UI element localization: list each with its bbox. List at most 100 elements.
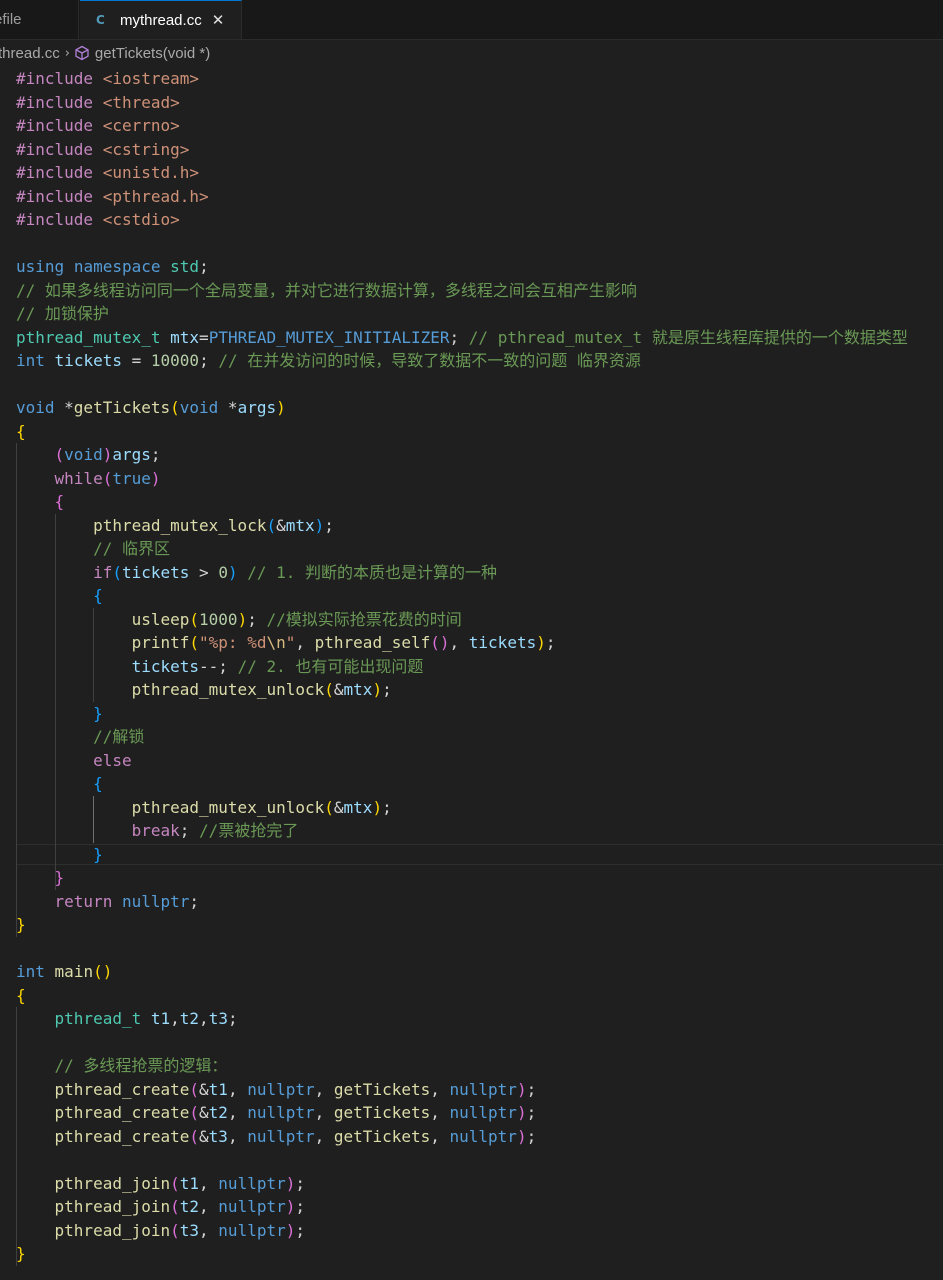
code-token: & [333, 797, 344, 817]
code-token: tickets [54, 351, 122, 370]
code-token: , [449, 633, 469, 652]
code-token: std [170, 257, 200, 276]
code-token: ( [189, 609, 200, 629]
code-token: { [16, 985, 26, 1005]
code-token: & [333, 680, 344, 699]
code-token: pthread_join [54, 1173, 171, 1193]
code-token: , [170, 1009, 180, 1028]
code-token: usleep [131, 609, 190, 629]
code-token: ) [237, 609, 248, 629]
code-token: <thread> [102, 92, 180, 112]
code-line: pthread_join(t1, nullptr); [16, 1172, 305, 1196]
code-line: } [16, 843, 103, 867]
code-token: ) [372, 797, 383, 817]
code-line: { [16, 984, 26, 1008]
code-token: { [54, 492, 65, 511]
code-token: ) [285, 1173, 296, 1193]
code-token: --; [199, 656, 228, 676]
code-token: } [93, 703, 103, 723]
code-token: //解锁 [93, 727, 145, 746]
code-token: tickets [121, 562, 190, 582]
code-line: // 多线程抢票的逻辑： [16, 1054, 228, 1078]
code-token: ( [189, 1103, 200, 1122]
code-token: ; [179, 821, 190, 840]
code-token: t2 [179, 1197, 200, 1216]
breadcrumb-file[interactable]: thread.cc [0, 45, 60, 62]
code-token: & [199, 1079, 209, 1099]
code-token: ( [324, 797, 334, 817]
code-token: using [16, 257, 65, 276]
code-token: getTickets [73, 398, 171, 417]
code-line: void *getTickets(void *args) [16, 396, 286, 420]
code-token: ( [170, 1197, 180, 1216]
code-line: pthread_join(t2, nullptr); [16, 1195, 305, 1219]
code-token: ; [199, 257, 209, 276]
code-token: mtx [343, 680, 373, 699]
tab-makefile[interactable]: efile [0, 0, 79, 39]
code-token: 0 [218, 562, 228, 582]
code-editor[interactable]: #include <iostream> #include <thread> #inc… [0, 66, 943, 1280]
code-line: // 加锁保护 [16, 302, 109, 326]
code-token: ) [536, 633, 546, 652]
method-icon [75, 45, 89, 61]
code-line: } [16, 1242, 26, 1266]
code-line: #include <cstring> [16, 138, 189, 162]
code-token: ; [295, 1197, 306, 1216]
code-token: ) [276, 398, 286, 417]
code-token: ; [295, 1220, 306, 1240]
code-token: //模拟实际抢票花费的时间 [266, 609, 462, 629]
code-token: args [237, 398, 277, 417]
code-token: t2 [208, 1103, 228, 1122]
code-token: ; [449, 327, 460, 347]
current-line-highlight [16, 843, 943, 865]
code-line: pthread_create(&t2, nullptr, getTickets,… [16, 1101, 537, 1125]
code-line: #include <pthread.h> [16, 185, 209, 209]
code-token: } [54, 868, 65, 887]
code-token: ; [526, 1126, 537, 1146]
close-icon[interactable]: ✕ [212, 11, 225, 29]
breadcrumb-symbol[interactable]: getTickets(void *) [95, 45, 210, 62]
code-token: } [16, 1244, 26, 1263]
code-line: tickets--; // 2. 也有可能出现问题 [16, 655, 424, 679]
code-line: #include <unistd.h> [16, 161, 199, 185]
code-token: mtx [285, 515, 315, 535]
code-token: pthread_mutex_lock [93, 515, 267, 535]
code-token: mtx [343, 797, 373, 817]
code-token: { [16, 421, 26, 441]
code-token: \n [266, 633, 286, 652]
code-token: t3 [208, 1009, 228, 1028]
code-token: , [430, 1103, 450, 1122]
code-token: 10000 [150, 351, 200, 370]
code-token: pthread_join [54, 1197, 171, 1216]
code-token: void [16, 398, 55, 417]
code-token: , [227, 1079, 248, 1099]
code-token: // pthread_mutex_t 就是原生线程库提供的一个数据类型 [468, 327, 908, 347]
code-token: ) [516, 1126, 527, 1146]
tab-label: efile [0, 11, 22, 28]
code-token: ) [227, 562, 238, 582]
code-token: PTHREAD_MUTEX_INITIALIZER [208, 327, 450, 347]
code-token: // 在并发访问的时候，导致了数据不一致的问题 临界资源 [218, 351, 641, 370]
code-token: pthread_join [54, 1220, 171, 1240]
code-token: tickets [131, 656, 200, 676]
tab-mythread-cc[interactable]: C mythread.cc ✕ [80, 0, 242, 39]
code-token: else [93, 750, 132, 770]
code-token: , [314, 1079, 334, 1099]
